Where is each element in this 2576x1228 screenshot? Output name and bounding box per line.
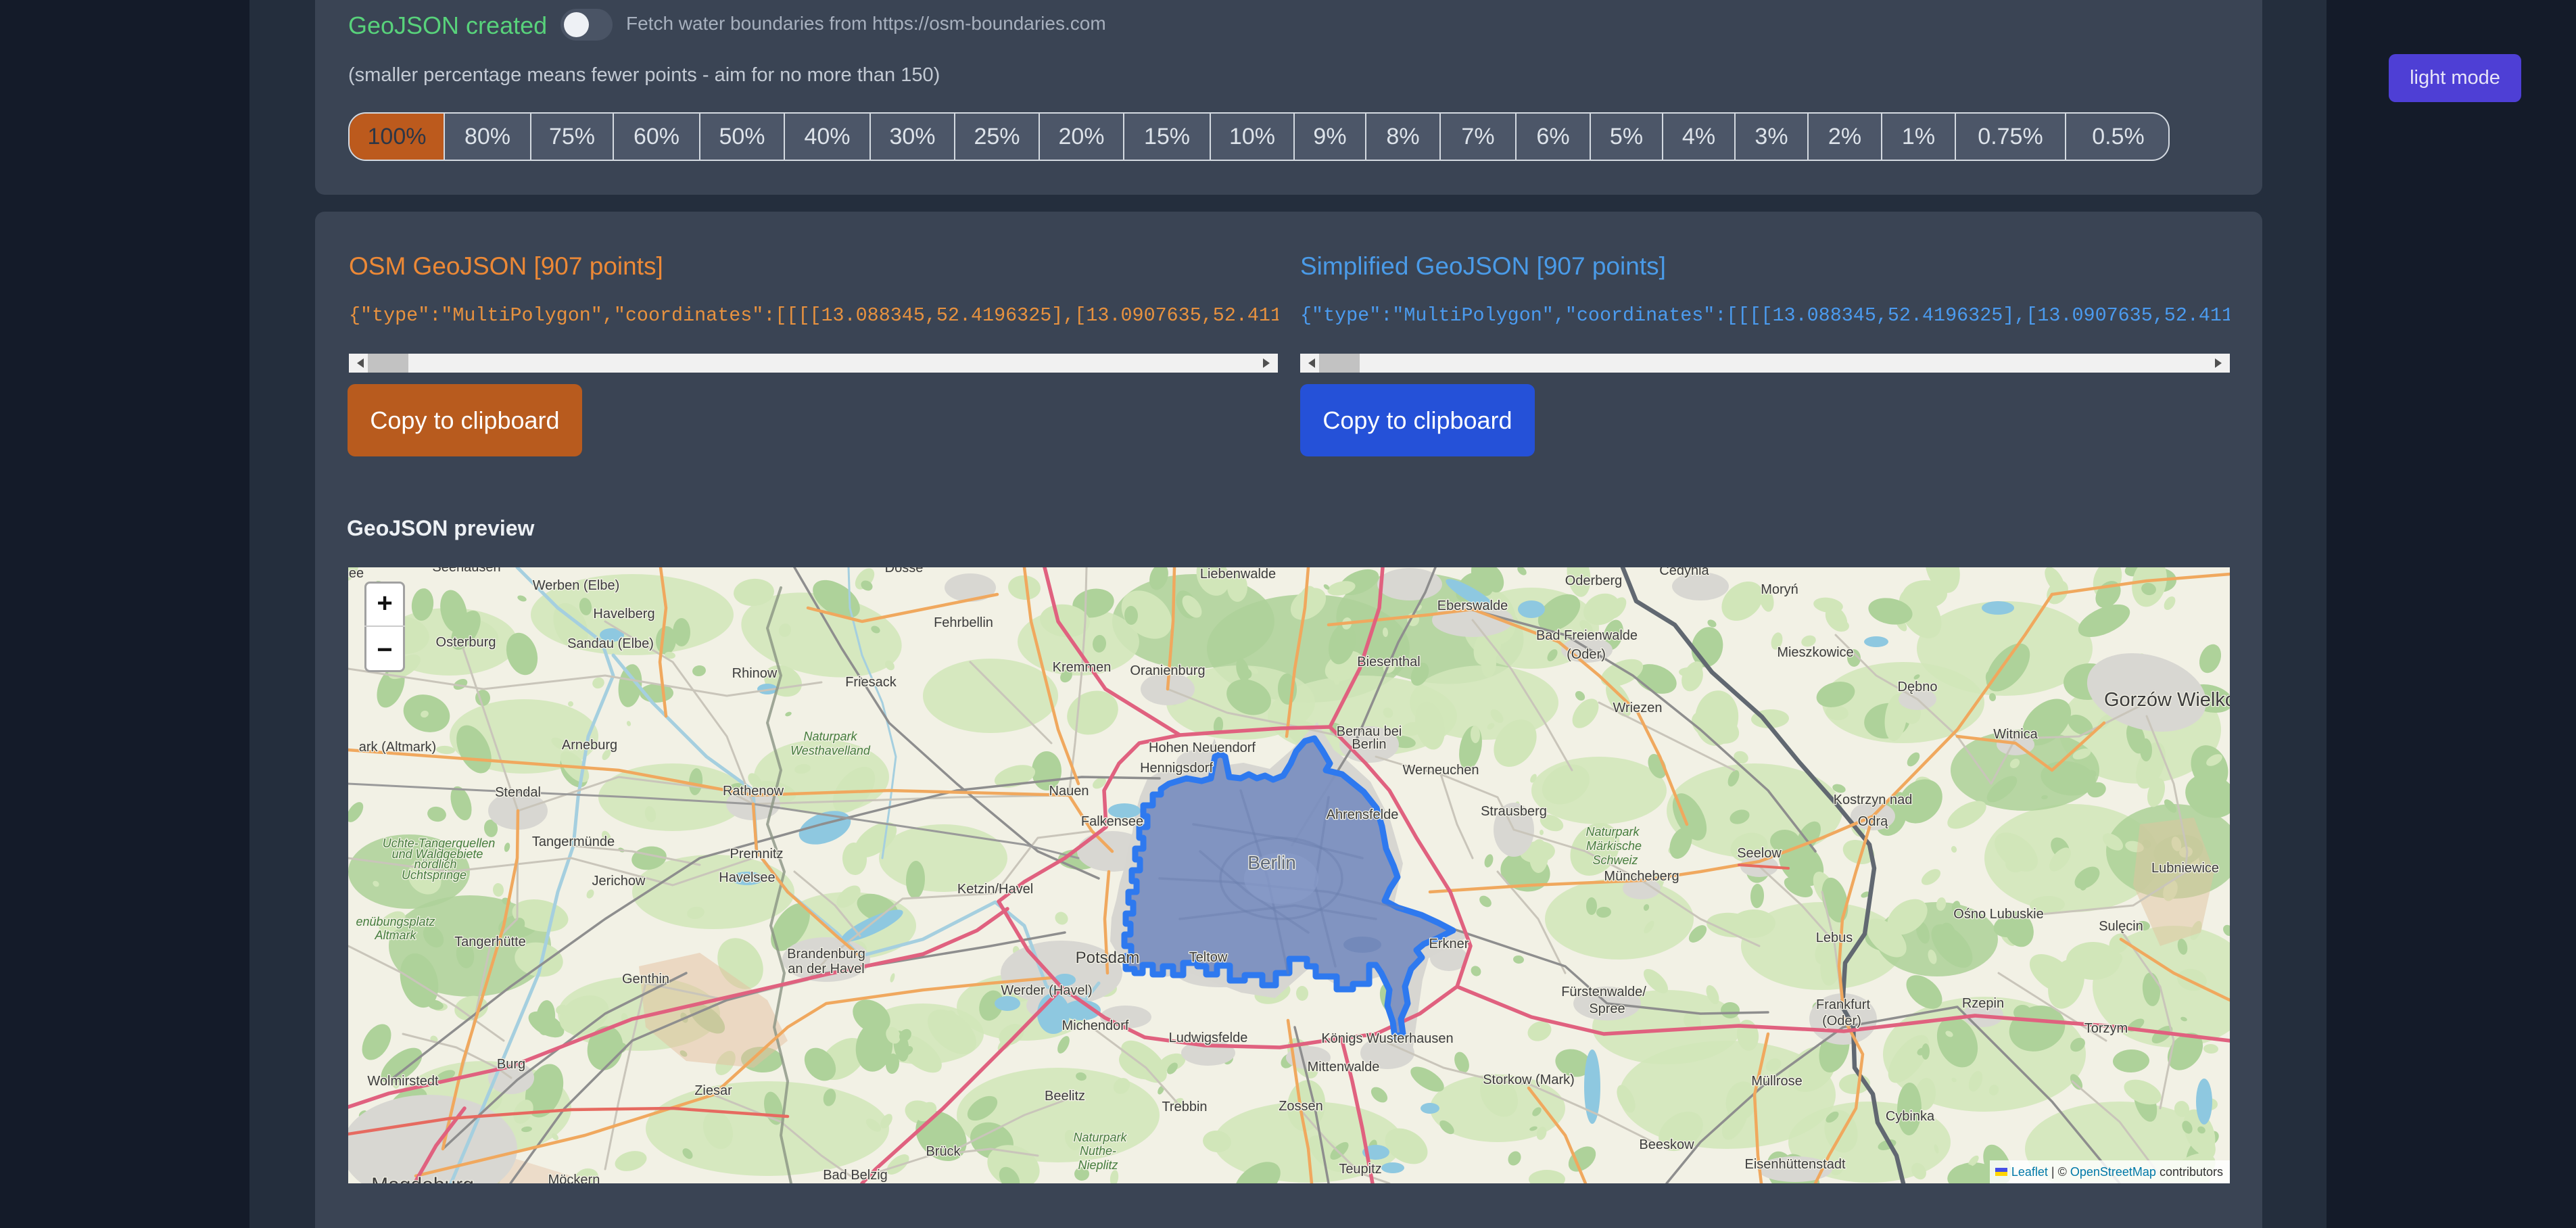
svg-text:Kremmen: Kremmen: [1053, 660, 1112, 675]
svg-text:Fehrbellin: Fehrbellin: [934, 615, 993, 630]
svg-text:Beelitz: Beelitz: [1045, 1089, 1085, 1104]
svg-text:enübungsplatz: enübungsplatz: [356, 915, 435, 928]
svg-text:Altmark: Altmark: [374, 928, 416, 942]
svg-text:Odrą: Odrą: [1858, 814, 1888, 829]
svg-text:Falkensee: Falkensee: [1081, 814, 1143, 829]
svg-text:Premnitz: Premnitz: [730, 847, 784, 861]
svg-text:Mittenwalde: Mittenwalde: [1308, 1060, 1380, 1074]
svg-text:Seelow: Seelow: [1737, 846, 1782, 861]
svg-text:Trebbin: Trebbin: [1162, 1100, 1207, 1114]
svg-text:Strausberg: Strausberg: [1481, 804, 1547, 819]
svg-text:Sandau (Elbe): Sandau (Elbe): [567, 636, 654, 651]
svg-text:Jerichow: Jerichow: [592, 874, 646, 889]
svg-text:Oranienburg: Oranienburg: [1130, 663, 1205, 678]
svg-text:Spree: Spree: [1589, 1001, 1625, 1016]
svg-text:Cedynia: Cedynia: [1659, 567, 1709, 578]
svg-text:Storkow (Mark): Storkow (Mark): [1483, 1072, 1575, 1087]
svg-text:see: see: [348, 567, 364, 581]
svg-text:Osterburg: Osterburg: [436, 635, 496, 650]
svg-text:Ludwigsfelde: Ludwigsfelde: [1169, 1031, 1248, 1045]
svg-text:Königs Wusterhausen: Königs Wusterhausen: [1321, 1031, 1453, 1046]
svg-text:Berlin: Berlin: [1352, 737, 1386, 752]
svg-text:Brandenburg: Brandenburg: [787, 947, 865, 962]
svg-text:Mieszkowice: Mieszkowice: [1777, 645, 1853, 660]
svg-text:Rzepin: Rzepin: [1962, 996, 2004, 1011]
svg-text:Dębno: Dębno: [1898, 680, 1938, 694]
svg-text:Ziesar: Ziesar: [694, 1083, 732, 1098]
svg-text:Eisenhüttenstadt: Eisenhüttenstadt: [1745, 1157, 1846, 1172]
svg-text:Nuthe-: Nuthe-: [1080, 1144, 1116, 1158]
svg-text:Arneburg: Arneburg: [562, 738, 617, 753]
svg-text:Wolmirstedt: Wolmirstedt: [367, 1074, 439, 1089]
svg-text:Brück: Brück: [926, 1144, 961, 1159]
svg-text:Stendal: Stendal: [495, 785, 541, 800]
svg-text:Zossen: Zossen: [1279, 1099, 1323, 1114]
svg-text:an der Havel: an der Havel: [788, 962, 864, 976]
svg-text:Eberswalde: Eberswalde: [1437, 598, 1508, 613]
svg-text:Ahrensfelde: Ahrensfelde: [1327, 807, 1399, 822]
svg-text:Tangerhütte: Tangerhütte: [454, 935, 526, 949]
svg-text:Naturpark: Naturpark: [1585, 825, 1640, 839]
svg-text:Werder (Havel): Werder (Havel): [1001, 983, 1092, 998]
svg-text:Magdeburg: Magdeburg: [371, 1174, 474, 1183]
svg-text:Erkner: Erkner: [1429, 937, 1469, 951]
svg-text:Teltow: Teltow: [1189, 950, 1228, 965]
svg-text:Seehausen: Seehausen: [432, 567, 500, 575]
svg-text:Teupitz: Teupitz: [1339, 1162, 1381, 1177]
svg-text:Lubniewice: Lubniewice: [2151, 861, 2219, 876]
svg-text:Schweiz: Schweiz: [1592, 853, 1638, 867]
svg-text:Frankfurt: Frankfurt: [1816, 997, 1870, 1012]
svg-text:ark (Altmark): ark (Altmark): [359, 740, 436, 755]
svg-text:Beeskow: Beeskow: [1639, 1137, 1694, 1152]
svg-text:Westhavelland: Westhavelland: [790, 744, 871, 757]
svg-text:Genthin: Genthin: [622, 972, 669, 987]
svg-text:Hennigsdorf: Hennigsdorf: [1140, 761, 1213, 776]
svg-text:Havelsee: Havelsee: [719, 870, 775, 885]
svg-text:Berlin: Berlin: [1247, 852, 1296, 873]
svg-text:Werneuchen: Werneuchen: [1402, 763, 1479, 778]
svg-text:Biesenthal: Biesenthal: [1357, 655, 1420, 669]
svg-text:Witnica: Witnica: [1993, 727, 2038, 742]
svg-text:Müllrose: Müllrose: [1751, 1074, 1803, 1089]
svg-text:Potsdam: Potsdam: [1076, 949, 1140, 967]
svg-text:Naturpark: Naturpark: [1073, 1131, 1127, 1144]
svg-text:Bad Freienwalde: Bad Freienwalde: [1536, 628, 1638, 643]
svg-text:Liebenwalde: Liebenwalde: [1200, 567, 1276, 582]
svg-text:Sulęcin: Sulęcin: [2099, 919, 2143, 934]
svg-text:Hohen Neuendorf: Hohen Neuendorf: [1149, 740, 1256, 755]
svg-text:Ketzin/Havel: Ketzin/Havel: [957, 882, 1033, 897]
svg-text:Moryń: Moryń: [1761, 582, 1798, 597]
svg-text:Oderberg: Oderberg: [1565, 573, 1623, 588]
svg-text:Rhinow: Rhinow: [732, 666, 778, 681]
svg-text:Michendorf: Michendorf: [1062, 1018, 1129, 1033]
svg-text:Dosse: Dosse: [885, 567, 924, 575]
svg-text:Fürstenwalde/: Fürstenwalde/: [1561, 985, 1646, 999]
svg-text:Möckern: Möckern: [548, 1173, 600, 1183]
svg-text:Lebus: Lebus: [1816, 930, 1853, 945]
svg-text:(Oder): (Oder): [1567, 647, 1606, 662]
svg-text:Naturpark: Naturpark: [803, 730, 857, 743]
svg-text:Uchtspringe: Uchtspringe: [402, 868, 467, 882]
svg-text:Torzym: Torzym: [2084, 1021, 2128, 1036]
svg-text:Wriezen: Wriezen: [1613, 701, 1663, 715]
svg-text:Cybinka: Cybinka: [1886, 1109, 1935, 1124]
svg-text:Tangermünde: Tangermünde: [532, 834, 615, 849]
svg-text:Bad Belzig: Bad Belzig: [823, 1168, 888, 1183]
svg-text:Nieplitz: Nieplitz: [1078, 1158, 1118, 1172]
svg-text:Nauen: Nauen: [1049, 784, 1089, 799]
svg-text:Havelberg: Havelberg: [593, 607, 654, 621]
svg-text:Märkische: Märkische: [1586, 839, 1642, 853]
svg-text:Rathenow: Rathenow: [723, 784, 784, 799]
svg-text:Friesack: Friesack: [845, 675, 897, 690]
svg-text:Müncheberg: Müncheberg: [1604, 869, 1679, 884]
svg-text:Werben (Elbe): Werben (Elbe): [533, 578, 620, 593]
svg-text:Ośno Lubuskie: Ośno Lubuskie: [1953, 907, 2043, 922]
svg-text:(Oder): (Oder): [1822, 1014, 1861, 1029]
svg-text:Kostrzyn nad: Kostrzyn nad: [1834, 793, 1913, 807]
svg-text:Burg: Burg: [497, 1057, 525, 1072]
svg-text:Gorzów Wielkopolski: Gorzów Wielkopolski: [2104, 689, 2230, 711]
